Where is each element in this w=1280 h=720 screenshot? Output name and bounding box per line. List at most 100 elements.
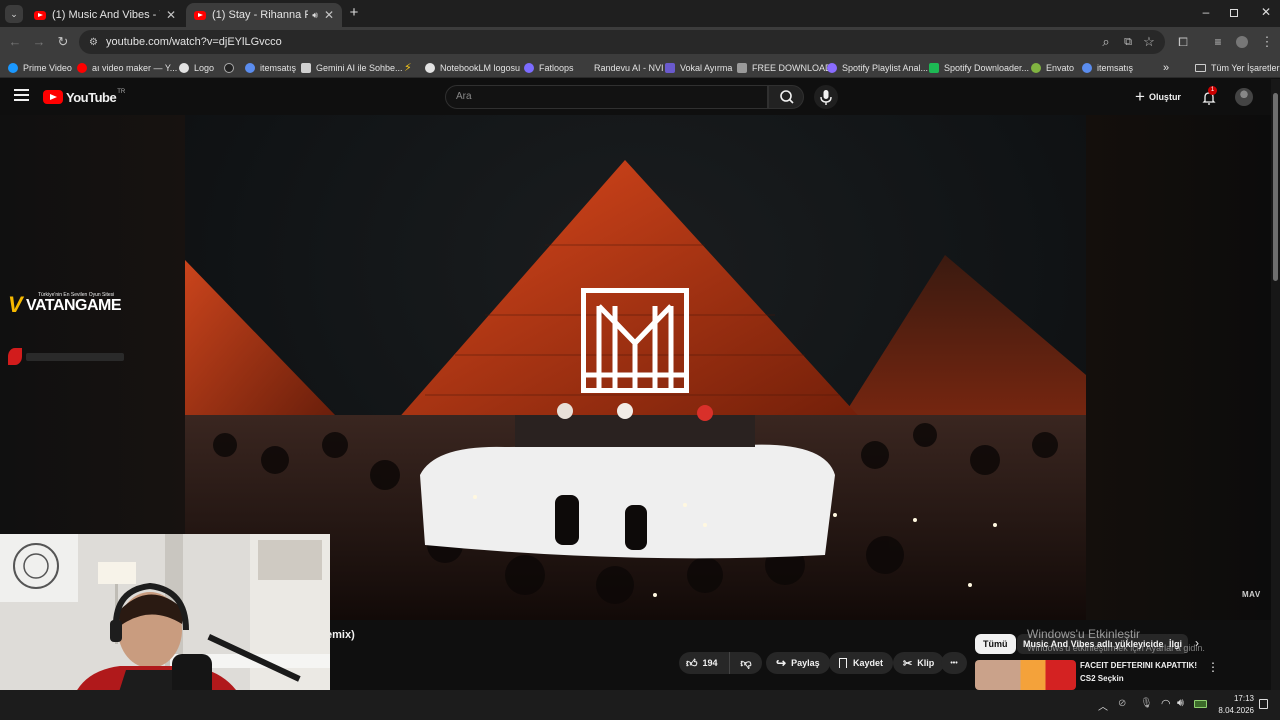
- browser-menu-icon[interactable]: ⋮: [1258, 33, 1276, 51]
- folder-icon: [1195, 63, 1206, 72]
- vatangame-v-icon: V: [8, 292, 23, 317]
- vatangame-wordmark: VATANGAME: [26, 297, 122, 314]
- logo-bookmark-icon: [179, 62, 189, 73]
- clip-button[interactable]: ✂ Klip: [893, 652, 945, 674]
- bookmark-vokal-ayirma[interactable]: Vokal Ayırma: [665, 60, 732, 75]
- all-bookmarks-button[interactable]: Tüm Yer İşaretleri: [1195, 60, 1280, 75]
- scissors-icon: ✂: [903, 657, 913, 670]
- minimize-window-icon[interactable]: –: [1199, 6, 1213, 20]
- scrollbar-thumb[interactable]: [1273, 93, 1278, 281]
- share-arrow-icon: ↪: [776, 656, 787, 670]
- install-app-icon[interactable]: ⧉: [1119, 33, 1137, 51]
- browser-tab-stay-rihanna[interactable]: (1) Stay - Rihanna Ft Mikky 🔊︎ ✕: [186, 3, 342, 27]
- share-button[interactable]: ↪ Paylaş: [766, 652, 830, 674]
- sponsor-leaf-icon: [8, 348, 22, 365]
- zoom-icon[interactable]: ⌕: [1097, 33, 1115, 51]
- recommendation-menu-icon[interactable]: ⋮: [1207, 660, 1219, 674]
- recommendation-item[interactable]: FACEIT DEFTERINI KAPATTIK! CS2 Seçkin ⋮: [975, 660, 1265, 690]
- notification-center-icon[interactable]: [1259, 699, 1268, 709]
- browser-toolbar: ← → ↻ ⚙︎ youtube.com/watch?v=djEYlLGvcco…: [0, 27, 1280, 57]
- page-scrollbar[interactable]: [1271, 79, 1280, 690]
- bookmark-itemsatis-2[interactable]: itemsatış: [1082, 60, 1133, 75]
- bookmark-gemini[interactable]: Gemini AI ile Sohbe...: [301, 60, 403, 75]
- mic-tray-icon[interactable]: 🎙︎: [1140, 698, 1153, 709]
- microphone-icon: [820, 90, 832, 105]
- bookmark-s[interactable]: [224, 60, 239, 75]
- chip-all[interactable]: Tümü: [975, 634, 1016, 654]
- search-input[interactable]: Ara: [445, 85, 768, 109]
- profile-avatar-icon[interactable]: [1233, 33, 1251, 51]
- more-dots-icon: •••: [950, 659, 958, 667]
- extensions-icon[interactable]: ⧠: [1174, 33, 1192, 51]
- reload-icon[interactable]: ↻: [54, 33, 72, 51]
- s-bookmark-icon: [224, 62, 234, 73]
- audio-playing-icon[interactable]: 🔊︎: [312, 10, 318, 21]
- youtube-bookmark-icon: [77, 62, 87, 73]
- youtube-logo[interactable]: YouTube TR: [43, 89, 125, 105]
- close-window-icon[interactable]: ✕: [1259, 5, 1273, 19]
- browser-tab-music-and-vibes[interactable]: (1) Music And Vibes - YouTube ✕: [26, 3, 184, 27]
- tab-search-button[interactable]: ⌄: [5, 5, 23, 23]
- bookmark-notebooklm[interactable]: NotebookLM logosu: [425, 60, 520, 75]
- download-icon: [737, 62, 747, 73]
- vatangame-sponsor-logo: V Türkiye'nin En Sevilen Oyun Sitesi VAT…: [8, 292, 133, 319]
- bookmark-itemsatis[interactable]: itemsatış: [245, 60, 296, 75]
- windows-activation-title: Windows'u Etkinleştir: [1027, 627, 1140, 641]
- plus-icon: +: [1135, 87, 1145, 106]
- dislike-button[interactable]: 👎︎: [730, 652, 762, 674]
- bookmark-envato[interactable]: Envato: [1031, 60, 1074, 75]
- more-actions-button[interactable]: •••: [941, 652, 967, 674]
- vokal-icon: [665, 62, 675, 73]
- close-tab-icon[interactable]: ✕: [324, 8, 334, 22]
- voice-search-button[interactable]: [814, 85, 838, 109]
- video-title: emix): [326, 629, 355, 641]
- bookmark-lightning[interactable]: ⚡︎: [404, 60, 412, 75]
- bookmark-logo[interactable]: Logo: [179, 60, 214, 75]
- spotify-downloader-icon: [929, 62, 939, 73]
- bookmark-free-download[interactable]: FREE DOWNLOAD: [737, 60, 832, 75]
- show-hidden-icons-chevron-icon[interactable]: ︿: [1098, 698, 1108, 713]
- volume-icon[interactable]: 🔊︎: [1177, 697, 1184, 710]
- bookmark-spotify-downloader[interactable]: Spotify Downloader...: [929, 60, 1029, 75]
- clock-date[interactable]: 8.04.2026: [1214, 706, 1254, 715]
- video-watermark-label: MAV: [1242, 590, 1261, 599]
- browser-tab-strip: ⌄ (1) Music And Vibes - YouTube ✕ (1) St…: [0, 0, 1280, 27]
- youtube-masthead: YouTube TR Ara + Oluştur 1: [0, 79, 1271, 115]
- back-arrow-icon[interactable]: ←: [6, 33, 24, 51]
- tab-title: (1) Stay - Rihanna Ft Mikky: [212, 9, 309, 21]
- account-avatar[interactable]: [1235, 88, 1253, 106]
- url-text: youtube.com/watch?v=djEYlLGvcco: [105, 36, 282, 48]
- bookmark-randevu[interactable]: Randevu AI - NVI: [594, 60, 664, 75]
- bookmark-ai-video-maker[interactable]: aı video maker — Y...: [77, 60, 177, 75]
- youtube-play-icon: [43, 90, 63, 104]
- notifications-button[interactable]: 1: [1201, 86, 1219, 106]
- search-button[interactable]: [768, 85, 804, 109]
- clock-time[interactable]: 17:13: [1226, 694, 1254, 703]
- bookmark-spotify-playlist[interactable]: Spotify Playlist Anal...: [827, 60, 928, 75]
- address-bar[interactable]: ⚙︎ youtube.com/watch?v=djEYlLGvcco: [79, 30, 1165, 54]
- create-button[interactable]: + Oluştur: [1135, 87, 1181, 107]
- guide-menu-icon[interactable]: [14, 89, 29, 101]
- bookmark-fatloops[interactable]: Fatloops: [524, 60, 574, 75]
- media-controls-icon[interactable]: ≡: [1209, 33, 1227, 51]
- like-button[interactable]: 👍︎ 194: [679, 652, 730, 674]
- save-button[interactable]: Kaydet: [829, 652, 894, 674]
- wifi-icon[interactable]: ◠: [1161, 697, 1171, 710]
- lightning-icon: ⚡︎: [404, 62, 412, 74]
- close-tab-icon[interactable]: ✕: [166, 8, 176, 22]
- tab-title: (1) Music And Vibes - YouTube: [52, 9, 160, 21]
- bookmark-star-icon[interactable]: ☆: [1140, 33, 1158, 51]
- forward-arrow-icon[interactable]: →: [30, 33, 48, 51]
- no-network-icon[interactable]: ⊘: [1118, 698, 1126, 709]
- notification-badge: 1: [1208, 86, 1217, 95]
- itemsatis-icon: [1082, 62, 1092, 73]
- ambient-right-panel: [1086, 115, 1271, 620]
- lamp: [98, 562, 136, 584]
- bookmarks-overflow-button[interactable]: »: [1163, 60, 1169, 75]
- bookmark-prime-video[interactable]: Prime Video: [8, 60, 72, 75]
- second-sponsor-logo: [8, 347, 124, 367]
- new-tab-button[interactable]: +: [346, 5, 362, 21]
- battery-icon[interactable]: [1194, 700, 1207, 708]
- site-info-icon[interactable]: ⚙︎: [89, 37, 98, 48]
- restore-window-icon[interactable]: [1230, 9, 1238, 17]
